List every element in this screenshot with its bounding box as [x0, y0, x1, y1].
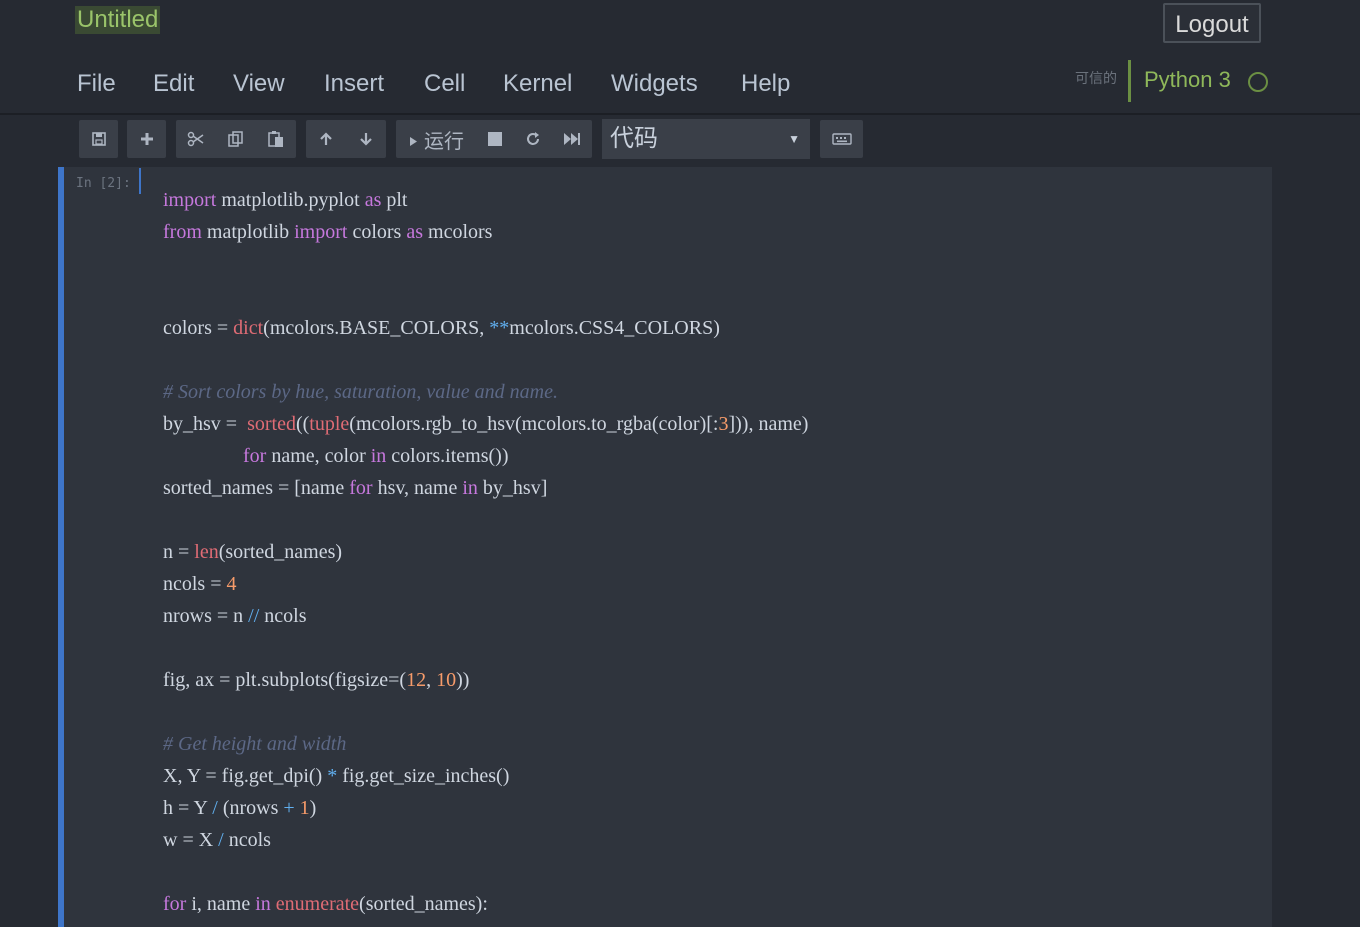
- move-up-button[interactable]: [306, 120, 346, 158]
- paste-button[interactable]: [256, 120, 296, 158]
- copy-button[interactable]: [216, 120, 256, 158]
- code-line: ​: [163, 248, 1253, 280]
- code-line: ​: [163, 856, 1253, 888]
- save-button[interactable]: [79, 120, 118, 158]
- run-label: 运行: [424, 130, 464, 153]
- code-line: ​: [163, 632, 1253, 664]
- selected-cell-indicator: [58, 167, 64, 927]
- restart-icon: [527, 132, 539, 145]
- code-line: ​: [163, 280, 1253, 312]
- menu-help[interactable]: Help: [741, 68, 790, 100]
- code-line: ​: [163, 504, 1253, 536]
- code-line: for i, name in enumerate(sorted_names):: [163, 893, 488, 915]
- move-down-button[interactable]: [346, 120, 386, 158]
- cell-prompt: In [2]:: [76, 176, 131, 191]
- toolbar-group-insert: [127, 120, 166, 158]
- code-line: # Sort colors by hue, saturation, value …: [163, 381, 558, 403]
- logout-button[interactable]: Logout: [1163, 3, 1261, 43]
- toolbar-group-run: 运行: [396, 120, 592, 158]
- cut-icon: [187, 131, 204, 147]
- code-line: by_hsv = sorted((tuple(mcolors.rgb_to_hs…: [163, 413, 809, 435]
- cut-button[interactable]: [176, 120, 216, 158]
- code-line: sorted_names = [name for hsv, name in by…: [163, 477, 548, 499]
- cell-type-value: 代码: [610, 125, 658, 152]
- cell-type-select[interactable]: 代码 ▼: [602, 119, 810, 159]
- keyboard-icon: [831, 133, 852, 145]
- run-button[interactable]: 运行: [396, 120, 476, 158]
- code-line: w = X / ncols: [163, 829, 271, 851]
- text-cursor: [139, 168, 141, 194]
- stop-button[interactable]: [476, 120, 514, 158]
- paste-icon: [268, 131, 283, 147]
- insert-cell-button[interactable]: [127, 120, 166, 158]
- code-line: ​: [163, 696, 1253, 728]
- code-line: X, Y = fig.get_dpi() * fig.get_size_inch…: [163, 765, 510, 787]
- menu-kernel[interactable]: Kernel: [503, 68, 572, 100]
- restart-button[interactable]: [514, 120, 552, 158]
- menu-cell[interactable]: Cell: [424, 68, 465, 100]
- header-divider: [0, 113, 1360, 115]
- menu-widgets[interactable]: Widgets: [611, 68, 698, 100]
- plus-icon: [140, 133, 153, 145]
- code-line: colors = dict(mcolors.BASE_COLORS, **mco…: [163, 317, 720, 339]
- code-line: nrows = n // ncols: [163, 605, 307, 627]
- code-line: ncols = 4: [163, 573, 237, 595]
- menu-insert[interactable]: Insert: [324, 68, 384, 100]
- toolbar-group-save: [79, 120, 118, 158]
- keyboard-shortcuts-button[interactable]: [820, 120, 863, 158]
- toolbar-group-move: [306, 120, 386, 158]
- code-line: fig, ax = plt.subplots(figsize=(12, 10)): [163, 669, 470, 691]
- arrow-down-icon: [360, 133, 372, 146]
- code-line: # Get height and width: [163, 733, 347, 755]
- play-icon: [410, 137, 417, 146]
- notebook-title[interactable]: Untitled: [75, 6, 161, 34]
- save-icon: [91, 132, 106, 146]
- code-line: import matplotlib.pyplot as plt: [163, 189, 408, 211]
- kernel-separator: [1128, 60, 1131, 102]
- copy-icon: [228, 131, 243, 147]
- chevron-down-icon: ▼: [788, 132, 800, 146]
- menu-file[interactable]: File: [77, 68, 116, 100]
- run-all-button[interactable]: [552, 120, 592, 158]
- stop-icon: [488, 132, 502, 146]
- code-line: for name, color in colors.items()): [243, 445, 509, 467]
- code-line: n = len(sorted_names): [163, 541, 343, 563]
- code-line: h = Y / (nrows + 1): [163, 797, 317, 819]
- kernel-name[interactable]: Python 3: [1144, 66, 1231, 94]
- fast-forward-icon: [564, 133, 580, 145]
- kernel-status-icon: [1248, 72, 1268, 92]
- code-editor[interactable]: import matplotlib.pyplot as plt from matp…: [163, 184, 1253, 920]
- menu-view[interactable]: View: [233, 68, 285, 100]
- arrow-up-icon: [320, 132, 332, 145]
- code-line: ​: [163, 344, 1253, 376]
- toolbar-group-keyboard: [820, 120, 863, 158]
- toolbar-group-edit: [176, 120, 296, 158]
- menu-edit[interactable]: Edit: [153, 68, 194, 100]
- code-line: from matplotlib import colors as mcolors: [163, 221, 493, 243]
- trusted-indicator[interactable]: 可信的: [1075, 68, 1117, 88]
